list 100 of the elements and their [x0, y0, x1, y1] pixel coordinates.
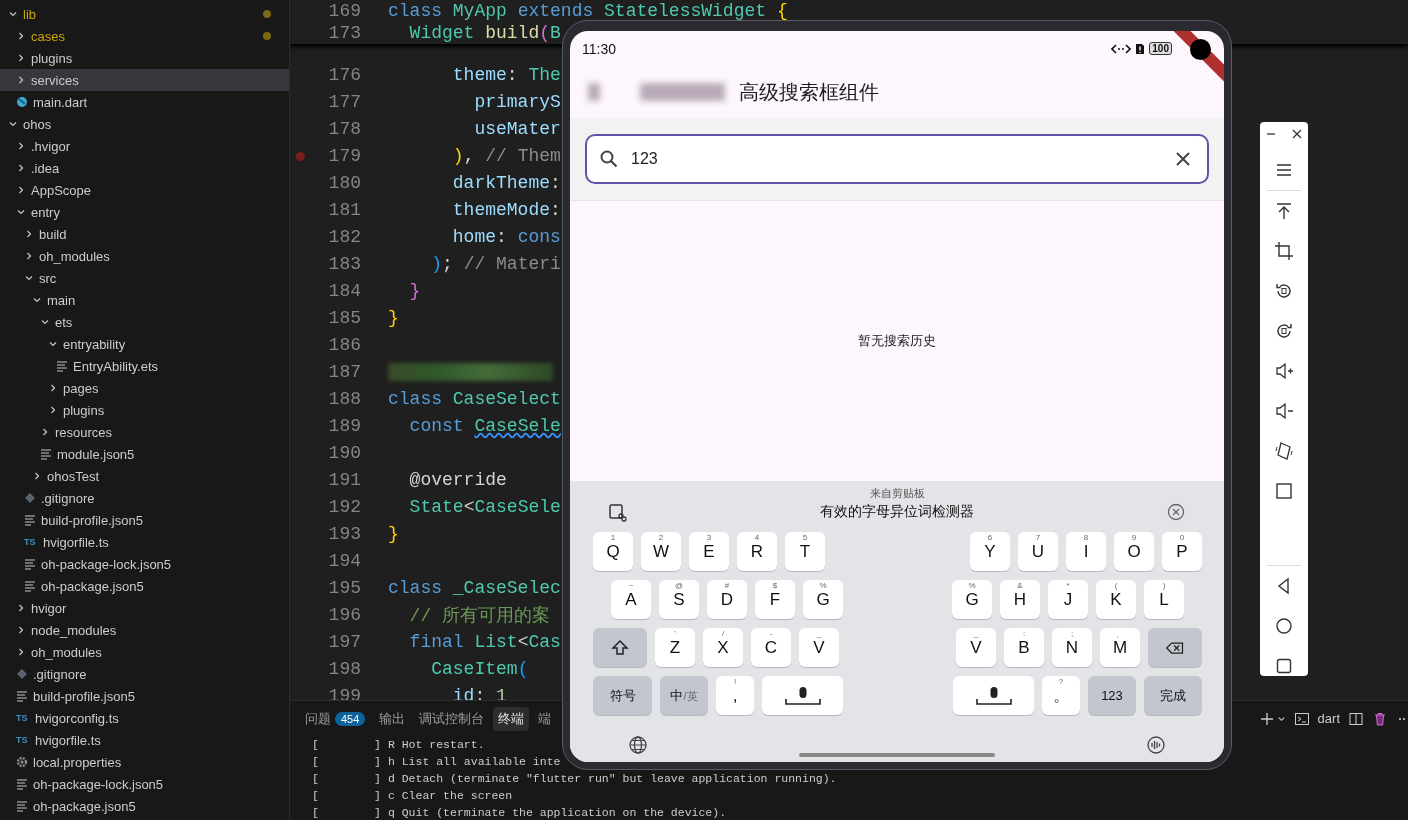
tree-item[interactable]: entry — [0, 201, 289, 223]
keyboard-key[interactable]: % G — [952, 580, 992, 619]
tree-item[interactable]: ohos — [0, 113, 289, 135]
volume-up-icon[interactable] — [1274, 361, 1294, 381]
tree-item[interactable]: plugins — [0, 399, 289, 421]
keyboard-key[interactable]: 123 — [1088, 676, 1136, 715]
tree-item[interactable]: entryability — [0, 333, 289, 355]
keyboard-key[interactable]: ; N — [1052, 628, 1092, 667]
tree-item[interactable]: build-profile.json5 — [0, 685, 289, 707]
tree-item[interactable]: main.dart — [0, 91, 289, 113]
tree-item[interactable]: hvigor — [0, 597, 289, 619]
tree-item[interactable]: ets — [0, 311, 289, 333]
plus-icon[interactable] — [1258, 710, 1275, 727]
panel-tab[interactable]: 问题 454 — [300, 706, 371, 731]
tree-item[interactable]: ohosTest — [0, 465, 289, 487]
shift-key[interactable] — [593, 628, 647, 667]
panel-tab[interactable]: 调试控制台 — [414, 706, 490, 731]
keyboard-key[interactable]: 8 I — [1066, 532, 1106, 571]
keyboard-key[interactable]: @ S — [659, 580, 699, 619]
volume-down-icon[interactable] — [1274, 401, 1294, 421]
tree-item[interactable]: AppScope — [0, 179, 289, 201]
trash-icon[interactable] — [1372, 710, 1388, 727]
keyboard-key[interactable]: _ V — [956, 628, 996, 667]
tree-item[interactable]: build — [0, 223, 289, 245]
space-key[interactable] — [953, 676, 1034, 715]
keyboard-key[interactable]: ( K — [1096, 580, 1136, 619]
done-key[interactable]: 完成 — [1144, 676, 1202, 715]
tree-item[interactable]: .idea — [0, 157, 289, 179]
tree-item[interactable]: .gitignore — [0, 487, 289, 509]
search-field[interactable]: 123 — [585, 134, 1209, 184]
panel-tab[interactable]: 输出 — [374, 706, 411, 731]
keyboard-key[interactable]: 7 U — [1018, 532, 1058, 571]
tree-item[interactable]: TS hvigorconfig.ts — [0, 707, 289, 729]
keyboard-key[interactable]: ) L — [1144, 580, 1184, 619]
close-icon[interactable] — [1291, 128, 1303, 140]
tree-item[interactable]: services — [0, 69, 289, 91]
chevron-icon[interactable] — [1276, 714, 1286, 723]
tree-item[interactable]: oh-package-lock.json5 — [0, 553, 289, 575]
keyboard-key[interactable]: 9 O — [1114, 532, 1154, 571]
keyboard-key[interactable]: 0 P — [1162, 532, 1202, 571]
space-key[interactable] — [762, 676, 843, 715]
tree-item[interactable]: cases — [0, 25, 289, 47]
clipboard-edit-icon[interactable] — [608, 502, 628, 522]
tree-item[interactable]: TS hvigorfile.ts — [0, 729, 289, 751]
keyboard-key[interactable]: 5 T — [785, 532, 825, 571]
panel-tab[interactable]: 终端 — [493, 706, 530, 731]
tree-item[interactable]: pages — [0, 377, 289, 399]
keyboard-key[interactable]: ' Z — [655, 628, 695, 667]
keyboard-key[interactable]: ? 。 — [1042, 676, 1080, 715]
shake-icon[interactable] — [1274, 441, 1294, 461]
tree-item[interactable]: lib — [0, 3, 289, 25]
keyboard-key[interactable]: _ V — [799, 628, 839, 667]
keyboard-key[interactable]: 符号 — [593, 676, 652, 715]
crop-icon[interactable] — [1274, 241, 1294, 261]
tree-item[interactable]: .hvigor — [0, 135, 289, 157]
keyboard-key[interactable]: 2 W — [641, 532, 681, 571]
keyboard-key[interactable]: ~ A — [611, 580, 651, 619]
recents-icon[interactable] — [1274, 656, 1294, 676]
tree-item[interactable]: TS hvigorfile.ts — [0, 531, 289, 553]
keyboard-key[interactable]: * J — [1048, 580, 1088, 619]
arrow-up-icon[interactable] — [1274, 201, 1294, 221]
keyboard-key[interactable]: - C — [751, 628, 791, 667]
tree-item[interactable]: local.properties — [0, 751, 289, 773]
breakpoint-dot[interactable] — [295, 151, 305, 161]
keyboard-key[interactable]: & H — [1000, 580, 1040, 619]
home-icon[interactable] — [1274, 616, 1294, 636]
keyboard-key[interactable]: 6 Y — [970, 532, 1010, 571]
keyboard-key[interactable]: 、 M — [1100, 628, 1140, 667]
keyboard-key[interactable]: 3 E — [689, 532, 729, 571]
keyboard-key[interactable]: % G — [803, 580, 843, 619]
keyboard-key[interactable]: $ F — [755, 580, 795, 619]
keyboard-key[interactable]: 1 Q — [593, 532, 633, 571]
keyboard-key[interactable]: / X — [703, 628, 743, 667]
rotate-left-icon[interactable] — [1274, 281, 1294, 301]
tree-item[interactable]: module.json5 — [0, 443, 289, 465]
keyboard-key[interactable]: # D — [707, 580, 747, 619]
tree-item[interactable]: oh_modules — [0, 641, 289, 663]
tree-item[interactable]: plugins — [0, 47, 289, 69]
globe-icon[interactable] — [628, 735, 648, 755]
tree-item[interactable]: resources — [0, 421, 289, 443]
keyboard-key[interactable]: ! , — [716, 676, 754, 715]
rotate-right-icon[interactable] — [1274, 321, 1294, 341]
backspace-key[interactable] — [1148, 628, 1202, 667]
split-icon[interactable] — [1348, 710, 1364, 727]
tree-item[interactable]: main — [0, 289, 289, 311]
tree-item[interactable]: .gitignore — [0, 663, 289, 685]
panel-tab[interactable]: 端 — [533, 706, 557, 731]
terminal-name[interactable]: dart — [1317, 711, 1340, 726]
voice-icon[interactable] — [1146, 735, 1166, 755]
tree-item[interactable]: oh_modules — [0, 245, 289, 267]
keyboard-key[interactable]: 4 R — [737, 532, 777, 571]
tree-item[interactable]: src — [0, 267, 289, 289]
clipboard-suggestion[interactable]: 有效的字母异位词检测器 — [628, 503, 1166, 521]
tree-item[interactable]: oh-package.json5 — [0, 795, 289, 817]
tree-item[interactable]: node_modules — [0, 619, 289, 641]
tree-item[interactable]: build-profile.json5 — [0, 509, 289, 531]
tree-item[interactable]: oh-package-lock.json5 — [0, 773, 289, 795]
square-icon[interactable] — [1274, 481, 1294, 501]
tree-item[interactable]: EntryAbility.ets — [0, 355, 289, 377]
keyboard-key[interactable]: : B — [1004, 628, 1044, 667]
